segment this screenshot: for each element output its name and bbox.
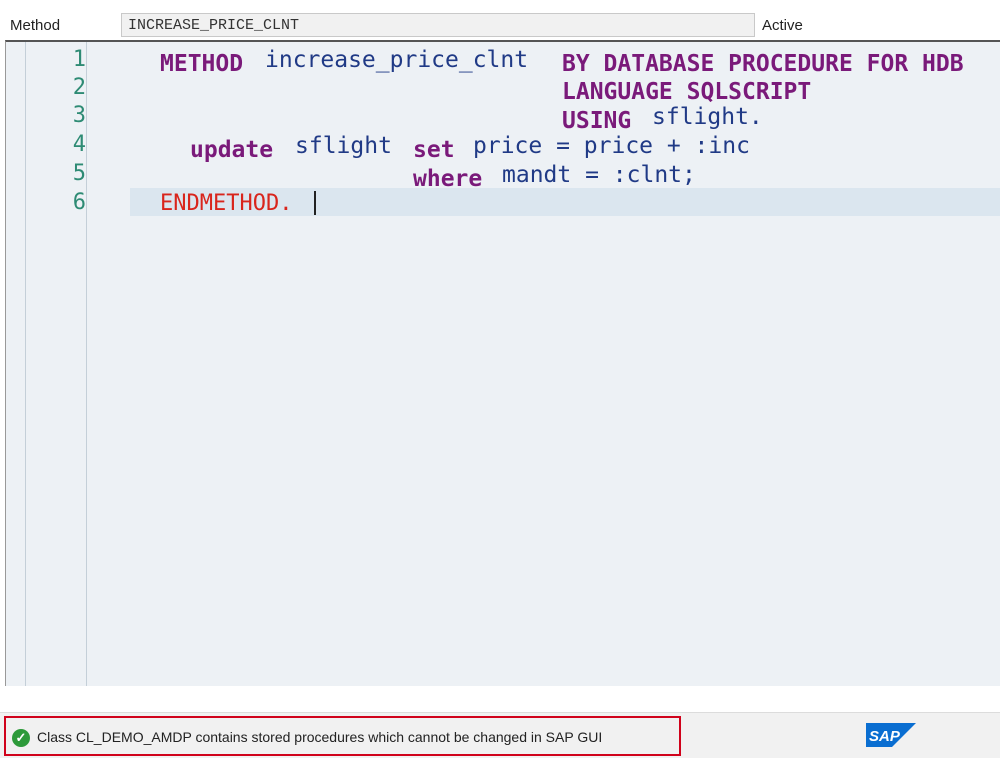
code-endmethod: ENDMETHOD. (160, 191, 293, 216)
code-keyword: LANGUAGE SQLSCRIPT (562, 79, 812, 105)
method-label: Method (10, 17, 61, 34)
status-bar: ✓ Class CL_DEMO_AMDP contains stored pro… (0, 712, 1000, 758)
code-identifier: increase_price_clnt (265, 47, 529, 73)
line-number: 2 (72, 75, 86, 100)
code-identifier: sflight (295, 133, 392, 159)
line-number: 6 (72, 190, 86, 215)
sap-logo-text: SAP (869, 728, 901, 745)
status-message-box[interactable]: ✓ Class CL_DEMO_AMDP contains stored pro… (4, 716, 681, 756)
line-number: 5 (72, 161, 86, 186)
code-identifier: sflight. (652, 104, 763, 130)
code-identifier: price = price + :inc (473, 133, 750, 159)
method-header: Method INCREASE_PRICE_CLNT Active (0, 0, 1000, 40)
success-check-icon: ✓ (12, 729, 30, 747)
code-keyword: BY DATABASE PROCEDURE FOR HDB (562, 51, 964, 77)
code-identifier: mandt = :clnt; (502, 162, 696, 188)
code-keyword: update (190, 137, 274, 163)
code-keyword: METHOD (160, 51, 244, 77)
text-cursor (314, 191, 316, 215)
method-status: Active (762, 17, 803, 34)
line-number: 4 (72, 132, 86, 157)
status-message: Class CL_DEMO_AMDP contains stored proce… (37, 729, 603, 745)
code-keyword: set (413, 137, 455, 163)
line-number: 3 (72, 103, 86, 128)
code-keyword: USING (562, 108, 632, 134)
line-number: 1 (72, 47, 86, 72)
code-editor[interactable]: 1 2 3 4 5 6 METHOD increase_price_clnt B… (5, 40, 1000, 686)
gutter-divider (25, 42, 26, 686)
method-name-field[interactable]: INCREASE_PRICE_CLNT (121, 13, 755, 37)
sap-logo: SAP (866, 723, 916, 747)
gutter-divider (86, 42, 87, 686)
code-keyword: where (413, 166, 483, 192)
